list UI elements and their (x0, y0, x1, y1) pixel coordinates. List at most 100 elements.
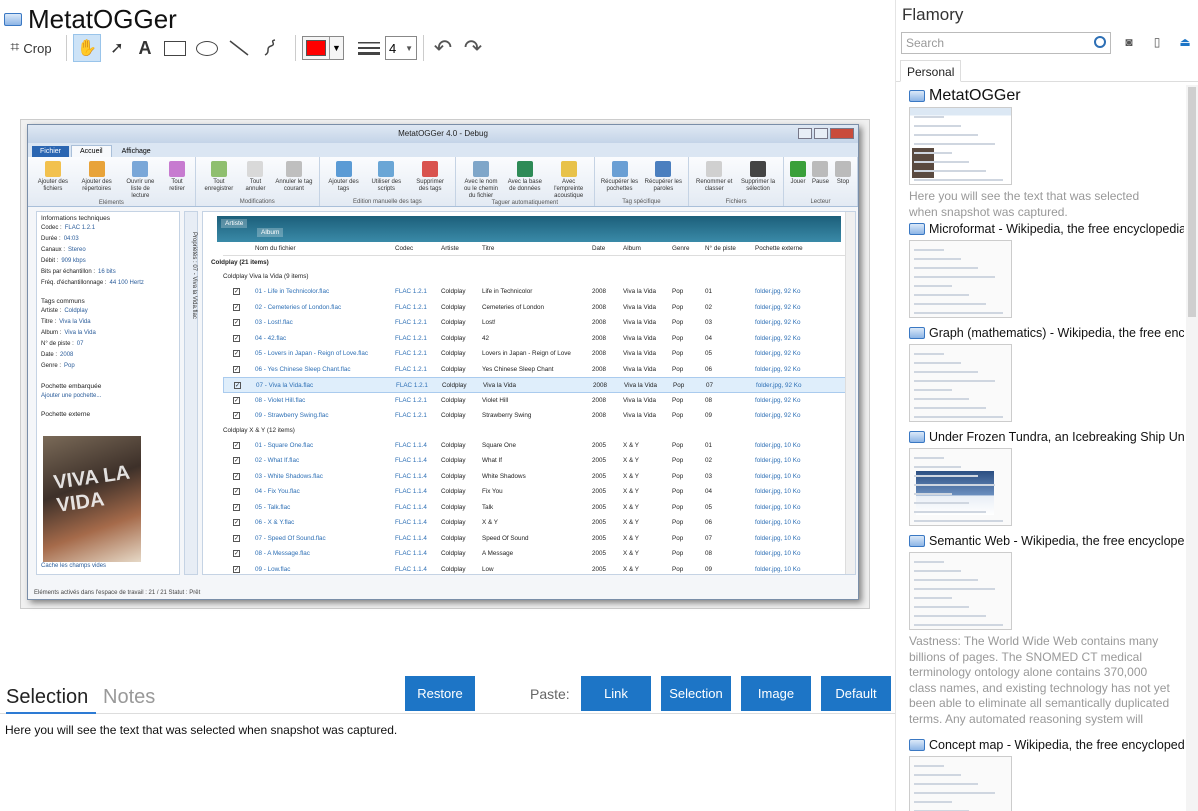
paste-link-button[interactable]: Link (581, 676, 651, 711)
undo-button[interactable]: ↶ (430, 35, 456, 61)
restore-button[interactable]: Restore (405, 676, 475, 711)
thumbnail-line (914, 285, 952, 287)
table-cell: FLAC 1.2.1 (395, 350, 427, 357)
row-checkbox: ✓ (233, 334, 240, 342)
list-item[interactable]: Microformat - Wikipedia, the free encycl… (909, 220, 1184, 318)
table-cell: Pop (672, 288, 684, 295)
color-picker[interactable]: ▼ (302, 36, 344, 60)
table-cell: Pop (672, 350, 684, 357)
ellipse-tool-button[interactable] (193, 35, 221, 61)
thumbnail-line (914, 389, 952, 391)
table-cell: FLAC 1.2.1 (395, 365, 427, 373)
list-item-title: Microformat - Wikipedia, the free encycl… (929, 222, 1184, 236)
row-checkbox: ✓ (233, 303, 240, 311)
tab-selection[interactable]: Selection (6, 682, 96, 714)
column-header: Artiste (441, 245, 459, 252)
scrollbar-thumb[interactable] (1188, 87, 1196, 317)
tab-personal[interactable]: Personal (900, 60, 962, 82)
thumbnail-line (914, 161, 969, 163)
ribbon-group: Renommer et classer Supprimer la sélectio… (689, 157, 784, 206)
document-icon[interactable]: ▯ (1150, 35, 1164, 51)
table-cell: Viva la Vida (623, 412, 657, 419)
ribbon-button: Utiliser des scripts (367, 159, 405, 199)
table-cell: Coldplay (441, 441, 466, 449)
pointer-icon: ➚ (110, 40, 124, 57)
table-cell: FLAC 1.2.1 (395, 334, 427, 342)
list-item[interactable]: Concept map - Wikipedia, the free encycl… (909, 736, 1184, 811)
ribbon-button-icon (169, 161, 186, 177)
list-item[interactable]: Semantic Web - Wikipedia, the free encyc… (909, 532, 1184, 728)
thumbnail-line (914, 511, 986, 513)
search-input[interactable]: Search (901, 32, 1111, 54)
thumbnail-line (914, 783, 978, 785)
table-cell: folder.jpg, 92 Ko (755, 412, 801, 419)
pointer-tool-button[interactable]: ➚ (105, 35, 129, 61)
table-cell: 2008 (592, 412, 607, 419)
crop-button[interactable]: ⌗ Crop (6, 35, 56, 61)
property-value: 07 (76, 341, 84, 347)
table-cell: 2005 (592, 519, 607, 526)
table-cell: 04 - Fix You.flac (255, 488, 300, 495)
table-cell: Life in Technicolor (482, 288, 533, 295)
snapshot-thumbnail (909, 552, 1012, 630)
line-width-select[interactable]: 4 ▼ (385, 36, 417, 60)
table-cell: 2005 (592, 472, 607, 480)
list-item[interactable]: MetatOGGer Here you will see the text th… (909, 87, 1184, 220)
list-item[interactable]: Graph (mathematics) - Wikipedia, the fre… (909, 324, 1184, 422)
table-cell: 2008 (592, 303, 607, 311)
tab-notes[interactable]: Notes (103, 682, 155, 714)
table-cell: 2008 (592, 319, 607, 326)
thumbnail-line (914, 606, 969, 608)
thumbnail-line (914, 792, 995, 794)
table-cell: 2008 (593, 382, 608, 389)
page-icon (909, 739, 925, 751)
table-cell: X & Y (623, 457, 639, 464)
property-key: Fréq. d'échantillonnage : (41, 280, 107, 286)
ribbon-group: Récupérer les pochettes Récupérer les par… (595, 157, 690, 206)
ribbon-button: Renommer et classer (695, 159, 733, 199)
table-cell: 08 - A Message.flac (255, 550, 310, 557)
table-cell: folder.jpg, 92 Ko (755, 334, 801, 342)
thumbnail-line (914, 276, 995, 278)
table-row: ✓ 09 - Low.flac FLAC 1.1.4 Coldplay Low 2005 X… (223, 562, 855, 575)
ribbon-button: Avec l'empreinte acoustique (550, 159, 588, 200)
table-cell: FLAC 1.1.4 (395, 457, 427, 464)
table-cell: Pop (672, 303, 684, 311)
camera-icon[interactable]: ◙ (1122, 35, 1136, 51)
table-cell: folder.jpg, 10 Ko (755, 488, 801, 495)
freehand-tool-button[interactable] (257, 35, 285, 61)
table-cell: 02 - What If.flac (255, 457, 300, 464)
collapse-icon[interactable]: ⏏ (1178, 35, 1192, 51)
ribbon-button: Tout enregistrer (202, 159, 236, 199)
search-icon[interactable] (1094, 36, 1106, 48)
paste-image-button[interactable]: Image (741, 676, 811, 711)
property-row: Codec : FLAC 1.2.1 (37, 223, 179, 234)
ribbon-button-icon (472, 161, 489, 177)
ribbon-button-label: Annuler le tag courant (275, 179, 313, 192)
table-cell: 2008 (592, 288, 607, 295)
page-icon (909, 90, 925, 102)
redo-button[interactable]: ↷ (460, 35, 486, 61)
thumbnail-line (914, 125, 961, 127)
hand-tool-button[interactable]: ✋ (73, 34, 101, 62)
ribbon-button-label: Avec l'empreinte acoustique (554, 179, 584, 199)
thumbnail-line (914, 475, 978, 477)
text-tool-button[interactable]: A (133, 35, 157, 61)
row-checkbox: ✓ (233, 412, 240, 419)
grid-header: Nom du fichier Codec Artiste Titre Date Album… (223, 242, 855, 256)
table-cell: X & Y (623, 534, 639, 542)
app-icon (4, 12, 22, 26)
table-cell: 09 - Strawberry Swing.flac (255, 412, 329, 419)
paste-selection-button[interactable]: Selection (661, 676, 731, 711)
table-cell: Viva la Vida (623, 365, 657, 373)
embedded-cover-header: Pochette embarquée (41, 383, 102, 390)
table-cell: 06 (705, 365, 713, 373)
sidebar-scrollbar[interactable] (1186, 85, 1198, 811)
list-item[interactable]: Under Frozen Tundra, an Icebreaking Ship… (909, 428, 1184, 526)
tags-header: Tags communs (41, 298, 85, 305)
paste-default-button[interactable]: Default (821, 676, 891, 711)
line-tool-button[interactable] (225, 35, 253, 61)
property-key: Bits par échantillon : (41, 269, 96, 275)
row-checkbox: ✓ (233, 550, 240, 557)
rectangle-tool-button[interactable] (161, 35, 189, 61)
